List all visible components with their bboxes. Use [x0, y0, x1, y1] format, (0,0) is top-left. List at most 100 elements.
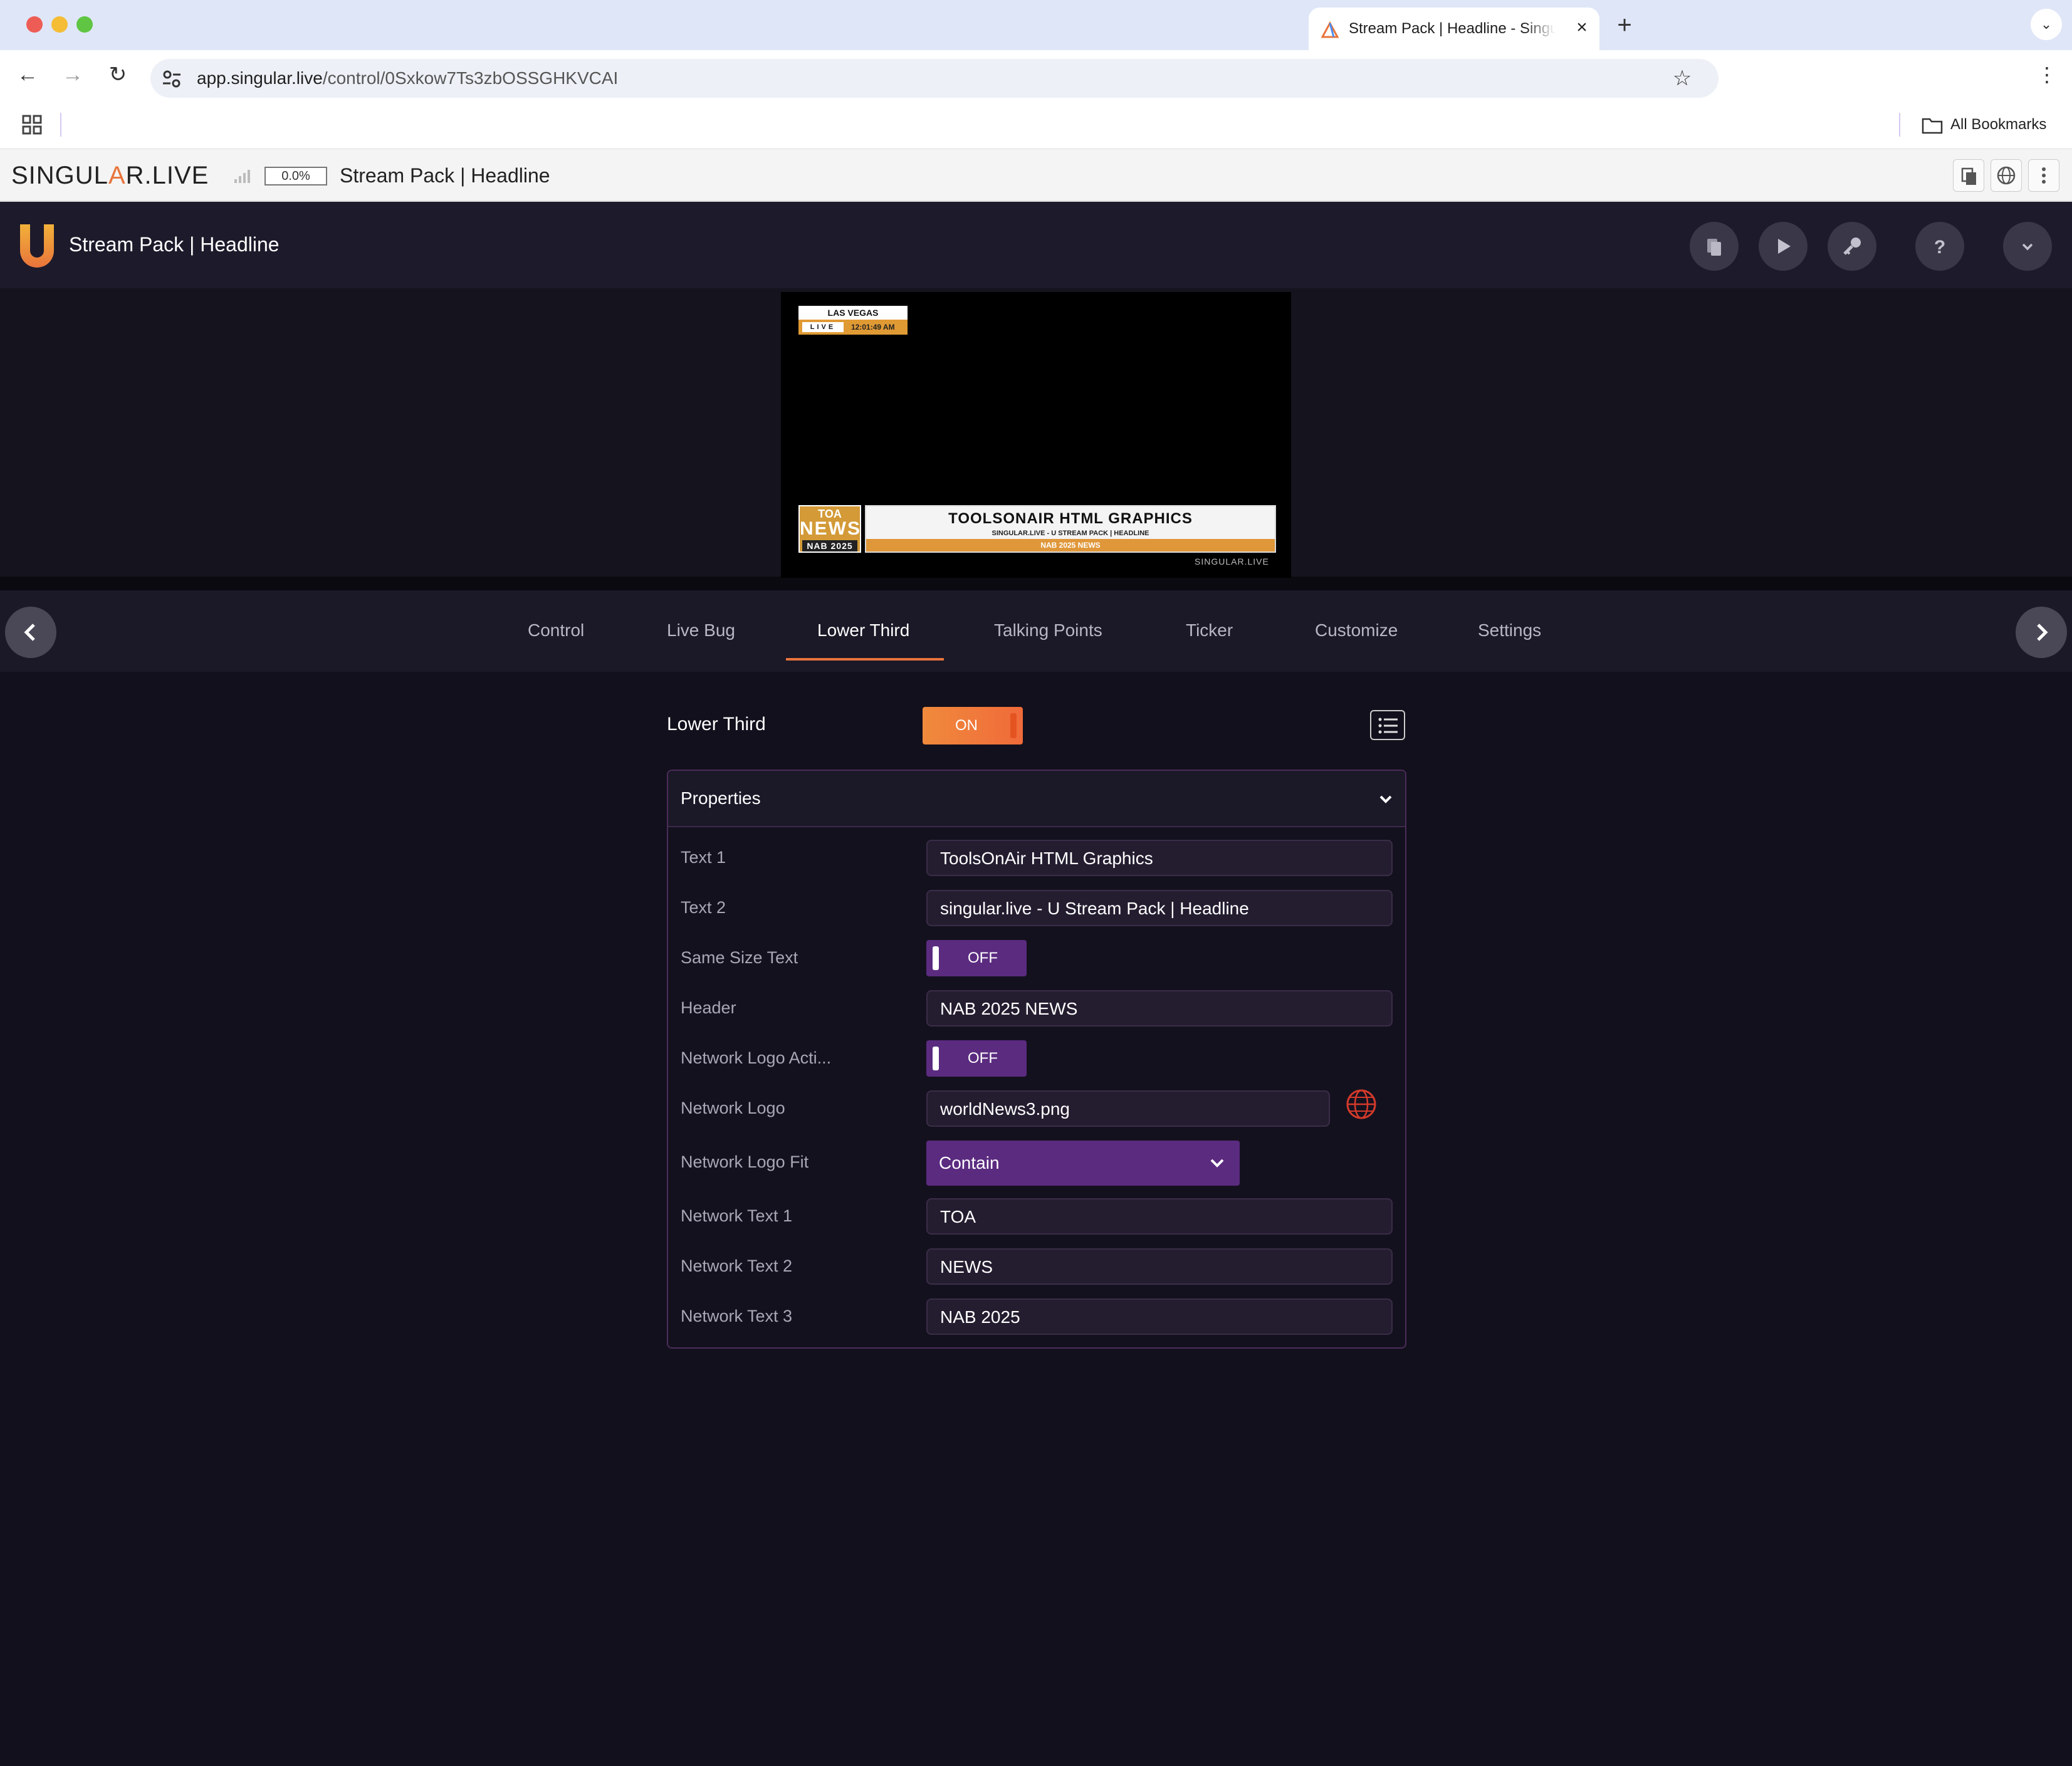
u-logo-icon	[20, 224, 54, 268]
maximize-window-button[interactable]	[76, 16, 93, 33]
kebab-menu-icon	[2042, 167, 2046, 184]
properties-panel: Properties Text 1 ToolsOnAir HTML Graphi…	[667, 770, 1406, 1349]
header-input[interactable]: NAB 2025 NEWS	[926, 990, 1393, 1027]
singular-top-bar: SINGULAR.LIVE 0.0% Stream Pack | Headlin…	[0, 149, 2072, 202]
network-logo-active-toggle[interactable]: OFF	[926, 1040, 1027, 1077]
toggle-knob	[933, 946, 939, 970]
live-bug-bar: LIVE 12:01:49 AM	[798, 320, 908, 335]
network-text3-input[interactable]: NAB 2025	[926, 1298, 1393, 1335]
expand-menu-button[interactable]	[2003, 222, 2052, 271]
signal-strength-icon	[234, 170, 250, 183]
properties-header[interactable]: Properties	[668, 771, 1405, 827]
browser-tab-strip: Stream Pack | Headline - Singular.live ×…	[0, 0, 2072, 50]
bookmarks-divider	[1899, 113, 1900, 137]
tab-live-bug[interactable]: Live Bug	[667, 619, 735, 642]
key-icon	[1843, 238, 1861, 255]
singular-favicon-icon	[1321, 21, 1339, 38]
tab-settings[interactable]: Settings	[1478, 619, 1541, 642]
live-bug-city: LAS VEGAS	[798, 306, 908, 320]
list-icon	[1378, 718, 1398, 734]
browser-toolbar: ← → ↻ app.singular.live/control/0Sxkow7T…	[0, 50, 2072, 100]
tab-ticker[interactable]: Ticker	[1186, 619, 1233, 642]
live-bug-time: 12:01:49 AM	[851, 323, 895, 332]
browser-tab[interactable]: Stream Pack | Headline - Singular.live ×	[1309, 8, 1599, 50]
section-title: Lower Third	[667, 714, 766, 734]
live-bug-label: LIVE	[802, 322, 844, 332]
folder-icon	[1922, 118, 1943, 133]
text1-input[interactable]: ToolsOnAir HTML Graphics	[926, 840, 1393, 876]
tab-title: Stream Pack | Headline - Singular.live	[1349, 20, 1556, 37]
output-preview: LAS VEGAS LIVE 12:01:49 AM TOA NEWS NAB …	[781, 292, 1291, 578]
text2-label: Text 2	[681, 898, 726, 917]
header-value: NAB 2025 NEWS	[940, 999, 1078, 1018]
network-logo-input[interactable]: worldNews3.png	[926, 1090, 1330, 1127]
close-window-button[interactable]	[26, 16, 43, 33]
app-title: Stream Pack | Headline	[69, 233, 280, 256]
new-tab-button[interactable]: +	[1611, 13, 1638, 40]
toggle-label: ON	[955, 717, 978, 734]
tab-search-chevron-icon[interactable]: ⌄	[2031, 9, 2062, 40]
all-bookmarks-button[interactable]: All Bookmarks	[1922, 112, 2046, 138]
list-view-button[interactable]	[1370, 710, 1405, 740]
copy-button[interactable]	[1690, 222, 1739, 271]
output-globe-button[interactable]	[1991, 159, 2022, 192]
live-bug-graphic: LAS VEGAS LIVE 12:01:49 AM	[798, 306, 908, 335]
copy-output-button[interactable]	[1953, 159, 1984, 192]
back-arrow-icon[interactable]: ←	[13, 60, 43, 90]
browser-menu-icon[interactable]: ⋮	[2034, 60, 2059, 90]
all-bookmarks-label: All Bookmarks	[1950, 116, 2047, 133]
site-settings-icon[interactable]	[159, 66, 184, 91]
tab-talking-points[interactable]: Talking Points	[994, 619, 1102, 642]
tab-control[interactable]: Control	[528, 619, 584, 642]
lower-third-header: NAB 2025 NEWS	[1040, 541, 1101, 550]
tab-lower-third[interactable]: Lower Third	[817, 619, 909, 642]
chevron-left-icon	[24, 624, 35, 641]
preview-divider	[0, 577, 2072, 590]
play-button[interactable]	[1759, 222, 1808, 271]
globe-icon[interactable]	[1345, 1088, 1378, 1121]
forward-arrow-icon[interactable]: →	[58, 60, 88, 90]
active-tab-indicator	[786, 658, 944, 661]
text2-input[interactable]: singular.live - U Stream Pack | Headline	[926, 890, 1393, 926]
network-text2-input[interactable]: NEWS	[926, 1248, 1393, 1285]
chevron-down-icon	[1210, 1159, 1224, 1168]
lower-third-text-1: TOOLSONAIR HTML GRAPHICS	[948, 510, 1193, 527]
network-logo-label: Network Logo	[681, 1099, 785, 1117]
same-size-text-toggle[interactable]: OFF	[926, 940, 1027, 976]
more-options-button[interactable]	[2028, 159, 2059, 192]
composition-title: Stream Pack | Headline	[340, 164, 550, 187]
tab-customize[interactable]: Customize	[1315, 619, 1398, 642]
help-icon: ?	[1934, 237, 1945, 258]
help-button[interactable]: ?	[1915, 222, 1964, 271]
key-button[interactable]	[1828, 222, 1876, 271]
lower-third-header-bar: NAB 2025 NEWS	[866, 539, 1275, 551]
tabs-prev-button[interactable]	[5, 607, 56, 658]
network-text-2: NEWS	[800, 518, 861, 539]
network-text2-label: Network Text 2	[681, 1257, 793, 1275]
network-text1-input[interactable]: TOA	[926, 1198, 1393, 1235]
address-bar[interactable]: app.singular.live/control/0Sxkow7Ts3zbOS…	[150, 59, 1719, 98]
minimize-window-button[interactable]	[51, 16, 68, 33]
svg-text:?: ?	[1934, 237, 1945, 258]
chevron-down-icon[interactable]	[1376, 790, 1395, 808]
network-logo-active-label: Network Logo Acti...	[681, 1048, 832, 1067]
apps-grid-icon[interactable]	[21, 114, 43, 135]
bookmarks-divider	[60, 113, 61, 137]
network-text1-value: TOA	[940, 1207, 976, 1226]
text2-value: singular.live - U Stream Pack | Headline	[940, 899, 1249, 918]
lower-third-toggle[interactable]: ON	[923, 707, 1023, 745]
tabs-next-button[interactable]	[2016, 607, 2067, 658]
globe-icon	[1997, 166, 2016, 185]
singular-brand-logo: SINGULAR.LIVE	[11, 162, 209, 189]
app-header: Stream Pack | Headline ?	[0, 202, 2072, 288]
toggle-knob	[1010, 713, 1017, 738]
network-logo-fit-select[interactable]: Contain	[926, 1141, 1240, 1186]
control-tab-bar: Control Live Bug Lower Third Talking Poi…	[0, 590, 2072, 672]
bookmark-star-icon[interactable]: ☆	[1670, 66, 1695, 91]
reload-icon[interactable]: ↻	[103, 60, 133, 90]
toggle-label: OFF	[968, 1050, 998, 1067]
tab-close-icon[interactable]: ×	[1571, 16, 1593, 39]
network-text3-value: NAB 2025	[940, 1307, 1020, 1327]
network-text3-label: Network Text 3	[681, 1307, 793, 1325]
network-logo-graphic: TOA NEWS NAB 2025	[798, 505, 861, 553]
